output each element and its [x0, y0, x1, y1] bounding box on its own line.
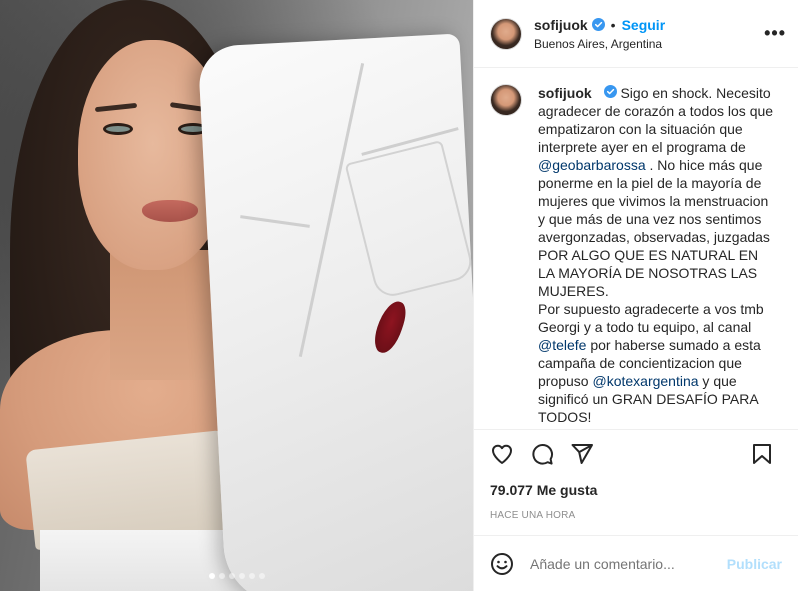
caption-avatar[interactable]	[490, 84, 522, 116]
more-horizontal-icon[interactable]: •••	[764, 24, 786, 42]
comment-icon[interactable]	[530, 442, 554, 466]
carousel-indicator	[0, 573, 473, 579]
caption-mention-link[interactable]: @kotexargentina	[592, 373, 698, 389]
caption-body: Sigo en shock. Necesito agradecer de cor…	[538, 85, 773, 425]
follow-button[interactable]: Seguir	[622, 17, 666, 33]
post-photo[interactable]	[0, 0, 473, 591]
caption: sofijuok Sigo en shock. Necesito agradec…	[490, 84, 782, 426]
caption-username[interactable]: sofijuok	[538, 85, 592, 101]
comment-input[interactable]	[530, 555, 727, 572]
instagram-post: sofijuok • Seguir Buenos Aires, Argentin…	[0, 0, 798, 591]
post-timestamp[interactable]: HACE UNA HORA	[474, 510, 798, 521]
verified-badge-icon	[591, 18, 605, 31]
carousel-dot[interactable]	[248, 573, 255, 579]
post-side-panel: sofijuok • Seguir Buenos Aires, Argentin…	[473, 0, 798, 591]
bookmark-icon[interactable]	[750, 442, 774, 466]
comment-bar: Publicar	[474, 535, 798, 591]
author-username[interactable]: sofijuok	[534, 17, 588, 33]
post-location[interactable]: Buenos Aires, Argentina	[534, 37, 665, 51]
action-bar	[474, 430, 798, 478]
caption-text: sofijuok Sigo en shock. Necesito agradec…	[538, 84, 778, 426]
verified-badge-icon	[603, 84, 617, 98]
smiley-icon[interactable]	[490, 552, 514, 576]
likes-count[interactable]: 79.077 Me gusta	[474, 482, 798, 498]
heart-icon[interactable]	[490, 442, 514, 466]
photo-lips	[142, 200, 198, 222]
author-row: sofijuok • Seguir	[534, 17, 665, 33]
post-header: sofijuok • Seguir Buenos Aires, Argentin…	[474, 0, 798, 68]
photo-white-pants	[197, 33, 473, 591]
caption-mention-link[interactable]: @geobarbarossa	[538, 157, 646, 173]
carousel-dot[interactable]	[238, 573, 245, 579]
caption-text-segment: . No hice más que ponerme en la piel de …	[538, 157, 770, 299]
carousel-dot[interactable]	[258, 573, 265, 579]
author-avatar[interactable]	[490, 17, 522, 50]
carousel-dot[interactable]	[208, 573, 215, 579]
carousel-dot[interactable]	[218, 573, 225, 579]
caption-mention-link[interactable]: @telefe	[538, 337, 586, 353]
publish-button[interactable]: Publicar	[727, 556, 782, 572]
photo-eye	[103, 123, 133, 135]
header-separator: •	[610, 16, 616, 33]
caption-area: sofijuok Sigo en shock. Necesito agradec…	[474, 68, 798, 430]
share-icon[interactable]	[570, 442, 594, 466]
caption-text-segment: Por supuesto agradecerte a vos tmb Georg…	[538, 301, 764, 335]
carousel-dot[interactable]	[228, 573, 235, 579]
author-meta: sofijuok • Seguir Buenos Aires, Argentin…	[534, 17, 665, 51]
